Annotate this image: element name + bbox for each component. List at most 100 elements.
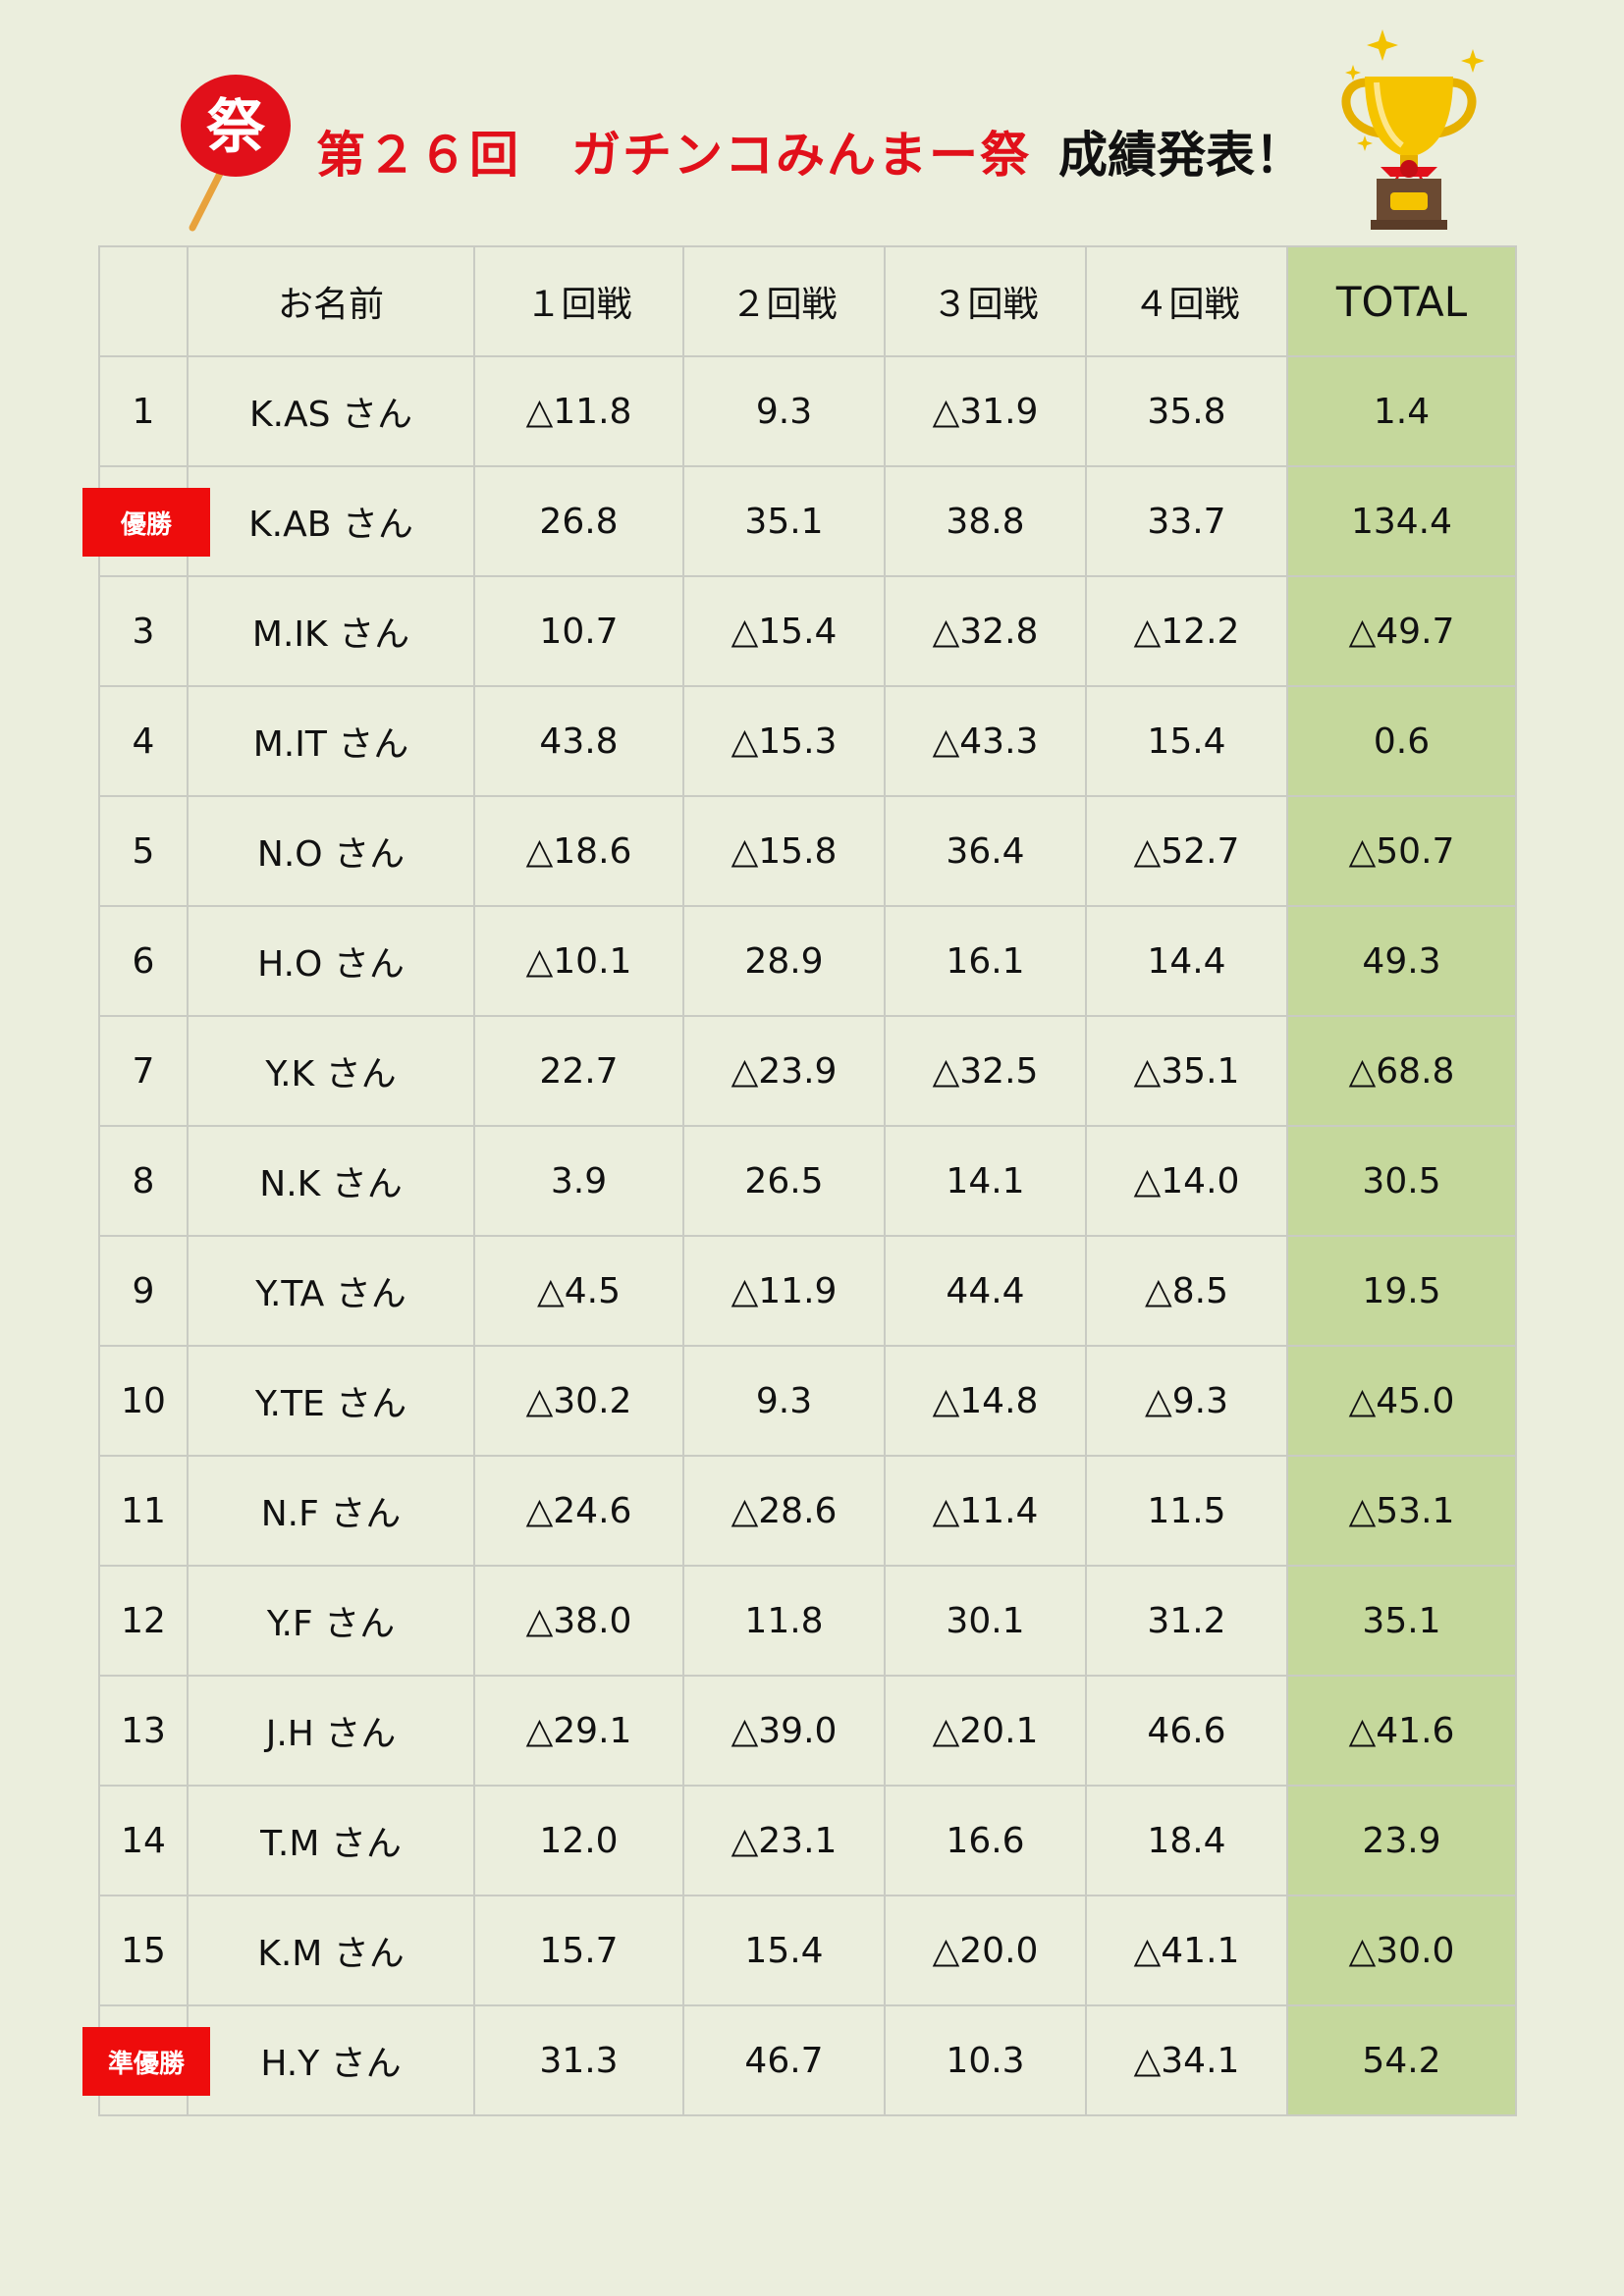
round-3-score: △20.0: [884, 1895, 1087, 2006]
table-row: 14 T.M さん 12.0 △23.1 16.6 18.4 23.9: [98, 1785, 1517, 1896]
total-score: 0.6: [1286, 685, 1517, 797]
rank-cell: 準優勝: [82, 2004, 210, 2116]
rank-cell: 7: [98, 1015, 189, 1127]
round-3-score: 16.1: [884, 905, 1087, 1017]
round-2-score: △15.3: [682, 685, 886, 797]
round-3-score: 36.4: [884, 795, 1087, 907]
name-cell: Y.TA さん: [187, 1235, 475, 1347]
table-row: 5 N.O さん △18.6 △15.8 36.4 △52.7 △50.7: [98, 795, 1517, 907]
total-score: △41.6: [1286, 1675, 1517, 1787]
total-score: △30.0: [1286, 1895, 1517, 2006]
header-round-3: ３回戦: [884, 245, 1087, 357]
name-cell: N.F さん: [187, 1455, 475, 1567]
total-score: 30.5: [1286, 1125, 1517, 1237]
table-row: 7 Y.K さん 22.7 △23.9 △32.5 △35.1 △68.8: [98, 1015, 1517, 1127]
rank-cell: 3: [98, 575, 189, 687]
table-row: 6 H.O さん △10.1 28.9 16.1 14.4 49.3: [98, 905, 1517, 1017]
round-4-score: 18.4: [1085, 1785, 1288, 1896]
fan-label: 祭: [206, 93, 266, 162]
page-header: 祭 第２６回 ガチンコみんまー祭 成績発表！: [0, 0, 1624, 240]
name-cell: M.IT さん: [187, 685, 475, 797]
table-row: 13 J.H さん △29.1 △39.0 △20.1 46.6 △41.6: [98, 1675, 1517, 1787]
rank-cell: 12: [98, 1565, 189, 1677]
table-header-row: お名前 １回戦 ２回戦 ３回戦 ４回戦 TOTAL: [98, 245, 1517, 357]
total-score: 54.2: [1286, 2004, 1517, 2116]
round-3-score: △32.8: [884, 575, 1087, 687]
round-1-score: 43.8: [473, 685, 684, 797]
round-1-score: △10.1: [473, 905, 684, 1017]
total-score: △49.7: [1286, 575, 1517, 687]
round-4-score: △12.2: [1085, 575, 1288, 687]
rank-cell: 15: [98, 1895, 189, 2006]
table-row: 3 M.IK さん 10.7 △15.4 △32.8 △12.2 △49.7: [98, 575, 1517, 687]
total-score: △68.8: [1286, 1015, 1517, 1127]
name-cell: N.K さん: [187, 1125, 475, 1237]
rank-cell: 9: [98, 1235, 189, 1347]
round-4-score: △52.7: [1085, 795, 1288, 907]
round-4-score: 46.6: [1085, 1675, 1288, 1787]
round-2-score: 11.8: [682, 1565, 886, 1677]
total-score: △45.0: [1286, 1345, 1517, 1457]
table-row: 11 N.F さん △24.6 △28.6 △11.4 11.5 △53.1: [98, 1455, 1517, 1567]
round-3-score: △14.8: [884, 1345, 1087, 1457]
round-2-score: 26.5: [682, 1125, 886, 1237]
round-3-score: △11.4: [884, 1455, 1087, 1567]
name-cell: J.H さん: [187, 1675, 475, 1787]
round-3-score: △20.1: [884, 1675, 1087, 1787]
rank-cell: 4: [98, 685, 189, 797]
round-1-score: 10.7: [473, 575, 684, 687]
trophy-icon: [1341, 29, 1485, 230]
round-4-score: 14.4: [1085, 905, 1288, 1017]
round-1-score: 3.9: [473, 1125, 684, 1237]
table-row: 8 N.K さん 3.9 26.5 14.1 △14.0 30.5: [98, 1125, 1517, 1237]
round-2-score: △23.1: [682, 1785, 886, 1896]
total-score: △50.7: [1286, 795, 1517, 907]
table-row: 1 K.AS さん △11.8 9.3 △31.9 35.8 1.4: [98, 355, 1517, 467]
name-cell: Y.F さん: [187, 1565, 475, 1677]
round-3-score: △43.3: [884, 685, 1087, 797]
table-row: 12 Y.F さん △38.0 11.8 30.1 31.2 35.1: [98, 1565, 1517, 1677]
table-row: 優勝 K.AB さん 26.8 35.1 38.8 33.7 134.4: [82, 465, 1517, 577]
rank-cell: 1: [98, 355, 189, 467]
round-2-score: △15.4: [682, 575, 886, 687]
rank-cell: 11: [98, 1455, 189, 1567]
total-score: 35.1: [1286, 1565, 1517, 1677]
round-2-score: 28.9: [682, 905, 886, 1017]
round-3-score: 10.3: [884, 2004, 1087, 2116]
name-cell: K.AB さん: [187, 465, 475, 577]
round-1-score: 15.7: [473, 1895, 684, 2006]
round-2-score: 35.1: [682, 465, 886, 577]
rank-cell: 13: [98, 1675, 189, 1787]
festival-fan-icon: 祭: [181, 75, 291, 232]
round-2-score: △28.6: [682, 1455, 886, 1567]
table-row: 15 K.M さん 15.7 15.4 △20.0 △41.1 △30.0: [98, 1895, 1517, 2006]
header-name: お名前: [187, 245, 475, 357]
round-4-score: △35.1: [1085, 1015, 1288, 1127]
name-cell: N.O さん: [187, 795, 475, 907]
round-4-score: △14.0: [1085, 1125, 1288, 1237]
table-row: 4 M.IT さん 43.8 △15.3 △43.3 15.4 0.6: [98, 685, 1517, 797]
round-4-score: △34.1: [1085, 2004, 1288, 2116]
round-4-score: 35.8: [1085, 355, 1288, 467]
rank-cell: 10: [98, 1345, 189, 1457]
round-2-score: 15.4: [682, 1895, 886, 2006]
round-1-score: △18.6: [473, 795, 684, 907]
round-1-score: 12.0: [473, 1785, 684, 1896]
rank-cell: 8: [98, 1125, 189, 1237]
runner-up-badge: 準優勝: [82, 2027, 210, 2096]
round-3-score: 38.8: [884, 465, 1087, 577]
round-1-score: 26.8: [473, 465, 684, 577]
total-score: 19.5: [1286, 1235, 1517, 1347]
round-1-score: △30.2: [473, 1345, 684, 1457]
round-3-score: 14.1: [884, 1125, 1087, 1237]
table-row: 準優勝 H.Y さん 31.3 46.7 10.3 △34.1 54.2: [82, 2004, 1517, 2116]
rank-cell: 優勝: [82, 465, 210, 577]
total-score: 1.4: [1286, 355, 1517, 467]
total-score: 23.9: [1286, 1785, 1517, 1896]
name-cell: Y.TE さん: [187, 1345, 475, 1457]
winner-badge: 優勝: [82, 488, 210, 557]
header-rank: [98, 245, 189, 357]
round-3-score: 44.4: [884, 1235, 1087, 1347]
rank-cell: 14: [98, 1785, 189, 1896]
round-4-score: △41.1: [1085, 1895, 1288, 2006]
